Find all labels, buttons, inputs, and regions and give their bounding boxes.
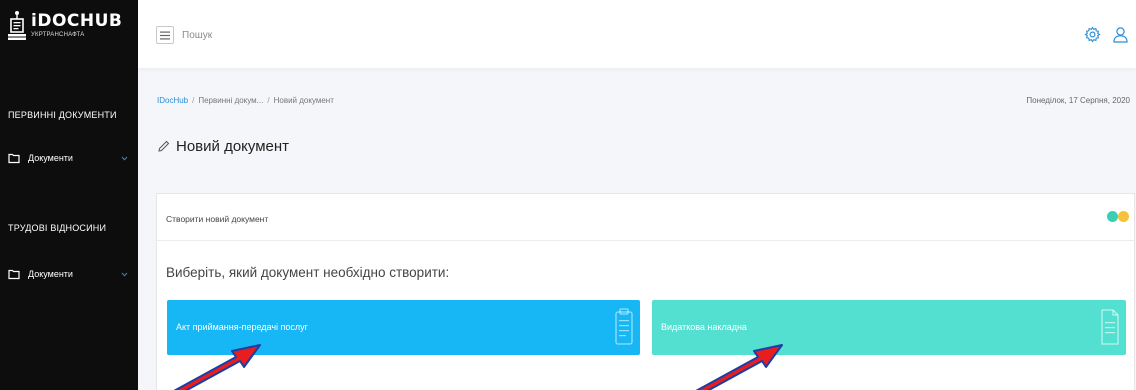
search-input[interactable]: [182, 27, 482, 43]
breadcrumb-current: Новий документ: [273, 96, 334, 105]
section-title-labor-relations: ТРУДОВІ ВІДНОСИНИ: [8, 223, 107, 233]
annotation-arrow-right: [695, 344, 783, 390]
sidebar-item-labor-documents[interactable]: Документи: [8, 266, 130, 282]
breadcrumb-primary-documents[interactable]: Первинні докум...: [198, 96, 263, 105]
settings-icon[interactable]: [1084, 26, 1101, 43]
pencil-icon: [158, 140, 170, 152]
card-header: Створити новий документ: [157, 194, 1134, 241]
folder-icon: [8, 153, 20, 164]
folder-icon: [8, 269, 20, 280]
menu-icon: [160, 31, 170, 39]
current-date: Понеділок, 17 Серпня, 2020: [1026, 96, 1130, 105]
document-hub-logo-icon: [8, 11, 26, 40]
annotation-arrow-left: [173, 344, 261, 390]
page-title: Новий документ: [176, 138, 290, 155]
status-dot-yellow: [1118, 211, 1129, 222]
breadcrumb: IDocHub / Первинні докум... / Новий документ: [157, 96, 334, 105]
sidebar-item-label: Документи: [28, 269, 73, 279]
logo-name: iDOCHUB: [31, 10, 123, 31]
section-title-primary-documents: ПЕРВИННІ ДОКУМЕНТИ: [8, 110, 117, 120]
logo[interactable]: iDOCHUB УКРТРАНСНАФТА: [8, 8, 122, 42]
sidebar-item-primary-documents[interactable]: Документи: [8, 150, 130, 166]
card-header-title: Створити новий документ: [166, 214, 269, 224]
logo-subtitle: УКРТРАНСНАФТА: [31, 31, 85, 38]
user-icon[interactable]: [1112, 26, 1129, 43]
new-document-card: Створити новий документ Виберіть, який д…: [156, 193, 1135, 390]
breadcrumb-separator: /: [267, 96, 270, 105]
clipboard-icon: [615, 308, 633, 345]
sidebar: iDOCHUB УКРТРАНСНАФТА ПЕРВИННІ ДОКУМЕНТИ…: [0, 0, 138, 390]
breadcrumb-separator: /: [192, 96, 195, 105]
sidebar-item-label: Документи: [28, 153, 73, 163]
breadcrumb-home-link[interactable]: IDocHub: [157, 96, 188, 105]
chevron-down-icon: [121, 156, 128, 161]
status-dot-teal: [1107, 211, 1118, 222]
document-icon: [1101, 309, 1119, 345]
top-header: [138, 0, 1136, 68]
document-type-prompt: Виберіть, який документ необхідно створи…: [166, 265, 450, 280]
page-title-container: Новий документ: [157, 138, 289, 155]
menu-toggle-button[interactable]: [156, 26, 174, 44]
chevron-down-icon: [121, 272, 128, 277]
